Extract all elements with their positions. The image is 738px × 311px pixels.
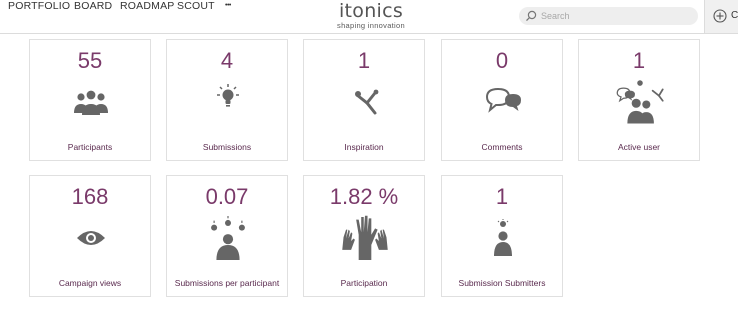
stat-card-active-user: 1 Active user (578, 39, 700, 161)
stat-label: Submissions per participant (174, 278, 280, 288)
stat-card-participation: 1.82 % Participation (303, 175, 425, 297)
logo-word: itonics (338, 0, 404, 22)
stat-label: Participation (340, 278, 388, 288)
participants-group-icon (74, 90, 108, 115)
stat-card-campaign-views: 168 Campaign views (29, 175, 151, 297)
stat-label: Inspiration (344, 142, 384, 152)
stat-label: Comments (481, 142, 523, 152)
create-button[interactable]: CI (704, 0, 738, 33)
active-user-icon (616, 80, 664, 124)
raised-hands-icon (342, 215, 388, 260)
more-menu-icon[interactable]: ••• (225, 2, 231, 9)
search-icon (526, 10, 537, 22)
stat-value: 55 (77, 48, 103, 73)
stat-label: Submissions (202, 142, 252, 152)
search-input[interactable] (541, 9, 691, 23)
stat-card-submissions: 4 Submissions (166, 39, 288, 161)
stat-value: 1.82 % (329, 184, 399, 209)
search-box[interactable] (519, 7, 698, 25)
stat-card-participants: 55 Participants (29, 39, 151, 161)
nav-board[interactable]: BOARD (74, 0, 112, 12)
stat-value: 1 (632, 48, 646, 73)
plus-circle-icon (713, 9, 727, 23)
stat-card-inspiration: 1 Inspiration (303, 39, 425, 161)
stat-card-submissions-per-participant: 0.07 Submissions per participant (166, 175, 288, 297)
stat-value: 1 (495, 184, 509, 209)
stat-value: 0 (495, 48, 509, 73)
stat-value: 168 (71, 184, 109, 209)
nav-roadmap[interactable]: ROADMAP (120, 0, 175, 12)
stat-label: Active user (617, 142, 661, 152)
create-label: CI (731, 10, 738, 21)
stat-value: 1 (357, 48, 371, 73)
submission-submitter-icon (494, 219, 512, 256)
stat-label: Campaign views (58, 278, 122, 288)
logo-tagline: shaping innovation (337, 21, 405, 30)
nav-portfolio[interactable]: PORTFOLIO (8, 0, 70, 12)
top-navigation-bar: PORTFOLIO BOARD ROADMAP SCOUT ••• itonic… (0, 0, 738, 34)
stat-card-comments: 0 Comments (441, 39, 563, 161)
stat-label: Submission Submitters (458, 278, 546, 288)
submissions-per-participant-icon (211, 216, 245, 260)
eye-icon (77, 231, 105, 245)
stat-value: 0.07 (205, 184, 249, 209)
comments-icon (485, 87, 521, 113)
nav-scout[interactable]: SCOUT (177, 0, 215, 12)
stat-card-submission-submitters: 1 Submission Submitters (441, 175, 563, 297)
stat-value: 4 (220, 48, 234, 73)
itonics-logo[interactable]: itonics shaping innovation (330, 0, 412, 31)
inspiration-icon (355, 89, 379, 115)
stat-label: Participants (67, 142, 113, 152)
idea-submission-icon (217, 84, 239, 107)
